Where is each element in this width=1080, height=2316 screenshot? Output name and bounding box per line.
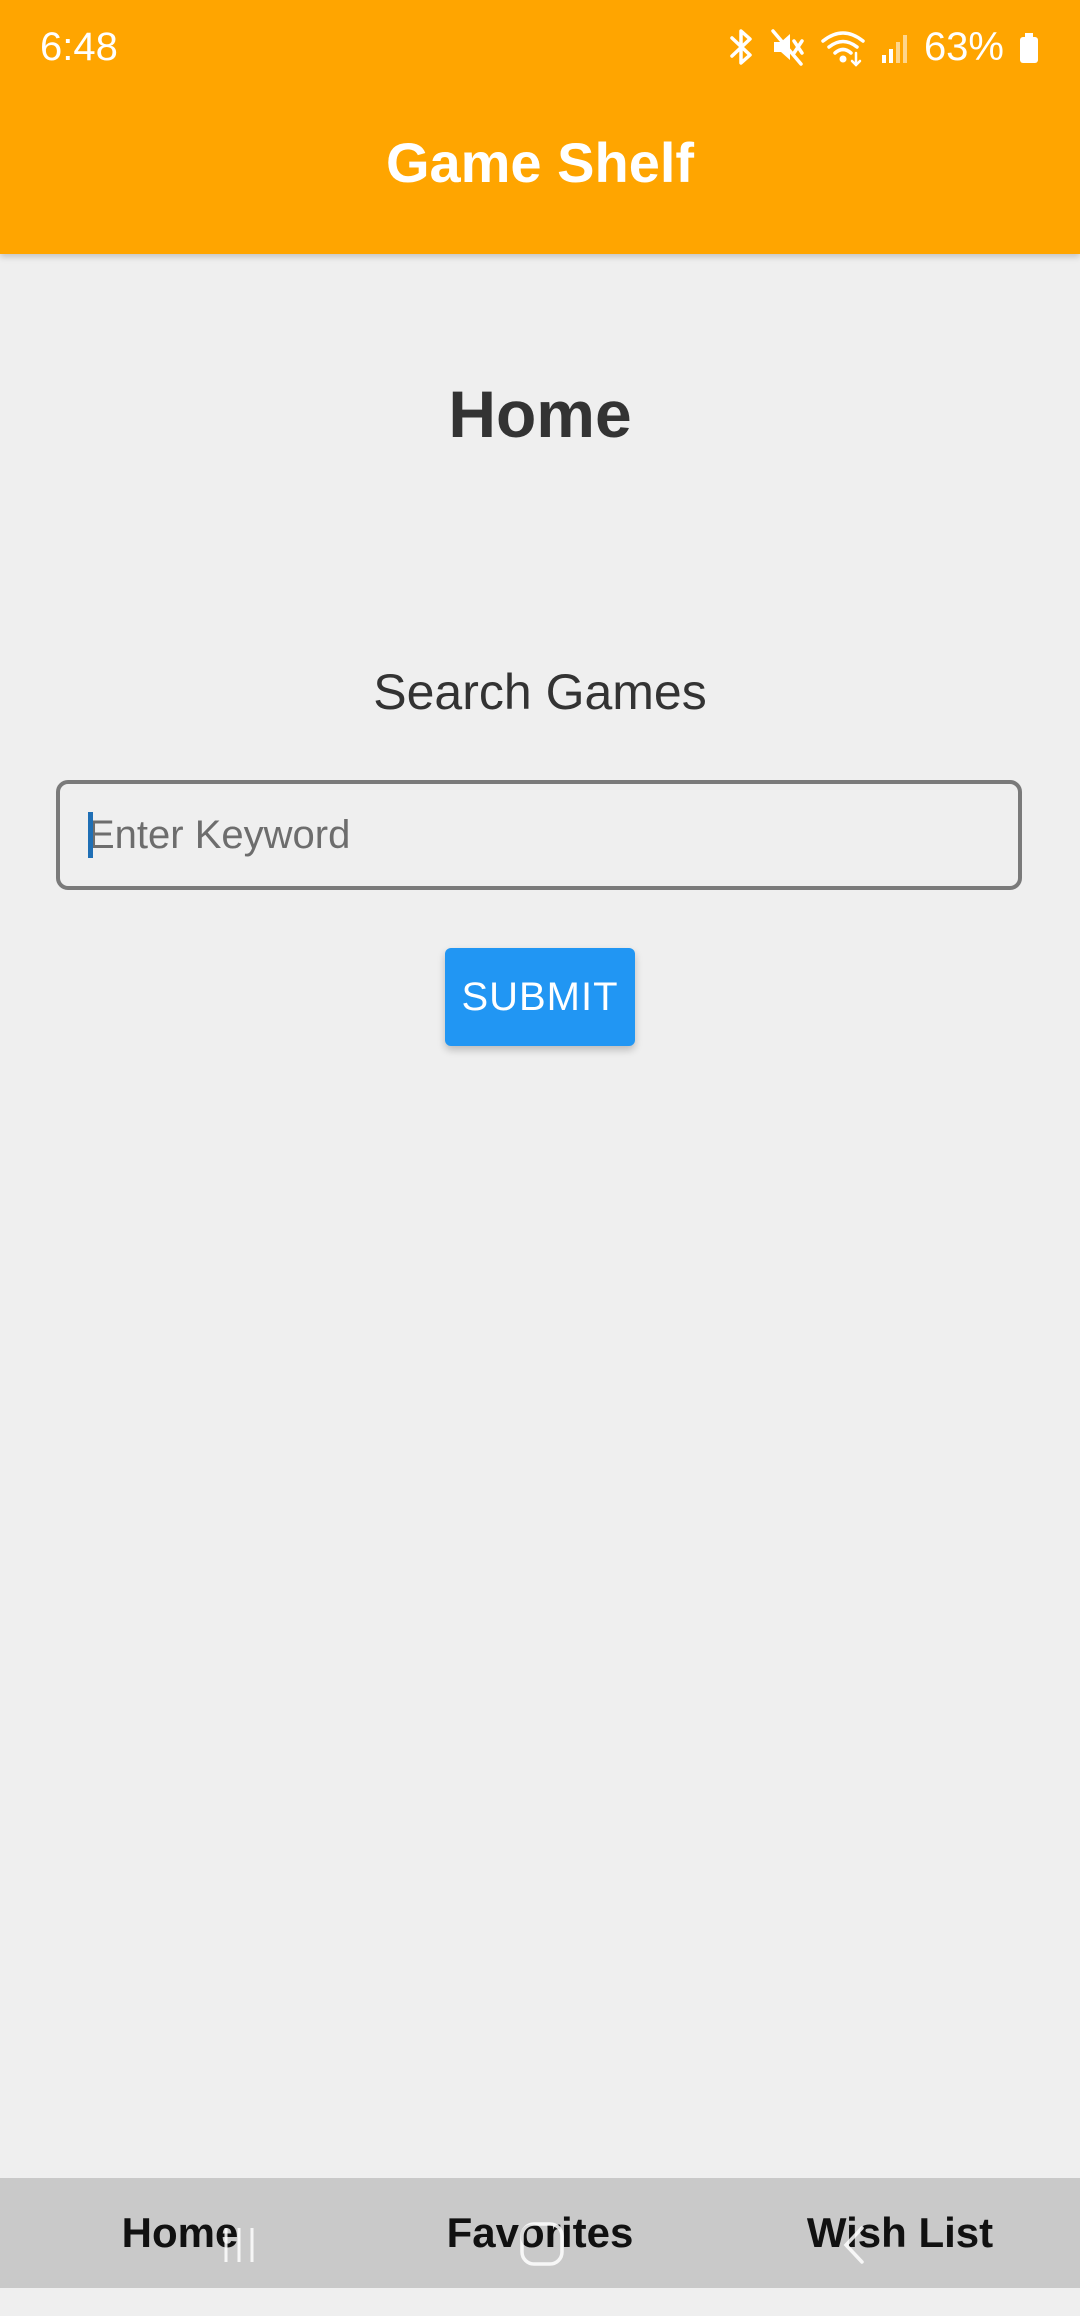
search-input[interactable]	[56, 780, 1022, 890]
back-icon[interactable]	[834, 2220, 874, 2275]
nav-wish-list[interactable]: Wish List	[790, 2178, 1010, 2288]
status-time: 6:48	[40, 25, 118, 69]
page-heading: Home	[448, 377, 632, 451]
status-bar: 6:48 63%	[0, 0, 1080, 95]
text-cursor	[88, 812, 93, 858]
search-label: Search Games	[373, 664, 707, 720]
signal-icon	[880, 27, 910, 67]
wifi-icon	[820, 27, 866, 67]
submit-button[interactable]: SUBMIT	[445, 948, 635, 1046]
recents-icon[interactable]	[214, 2220, 264, 2275]
status-icons: 63%	[726, 22, 1040, 72]
home-icon[interactable]	[516, 2218, 568, 2275]
app-bar: 6:48 63% Game Shelf	[0, 0, 1080, 254]
mute-icon	[770, 27, 806, 67]
bluetooth-icon	[726, 27, 756, 67]
battery-icon	[1018, 27, 1040, 67]
app-title: Game Shelf	[385, 131, 695, 194]
battery-percentage: 63%	[923, 25, 1004, 69]
